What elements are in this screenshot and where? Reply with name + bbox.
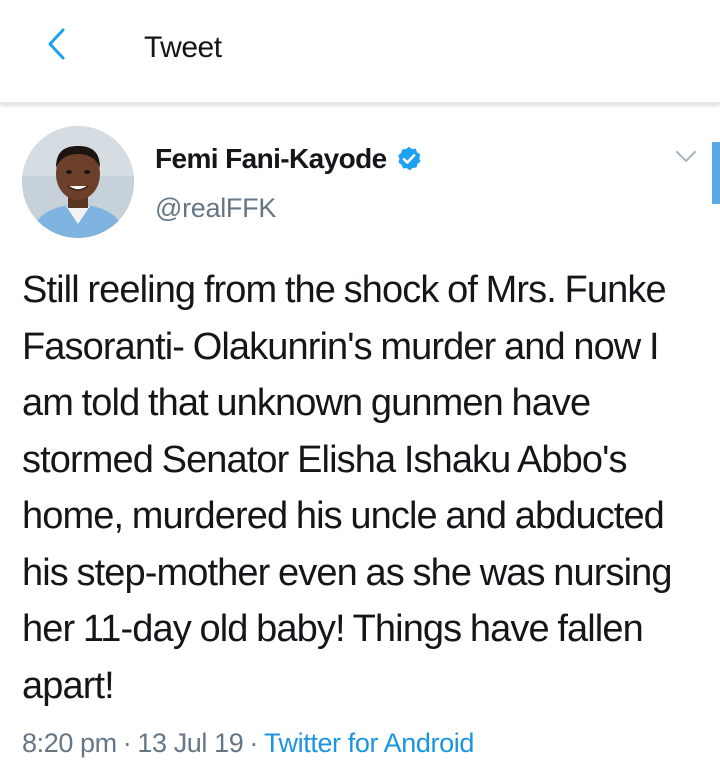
verified-badge-icon [397,146,421,171]
chevron-left-icon [48,28,65,60]
meta-separator: · [122,728,132,758]
author-name-text: Femi Fani-Kayode [155,143,387,174]
tweet-date: 13 Jul 19 [137,728,244,758]
back-button[interactable] [28,16,84,72]
meta-separator: · [249,728,258,758]
scrollbar-thumb[interactable] [712,142,720,204]
tweet-time: 8:20 pm [22,728,117,758]
author-handle[interactable]: @realFFK [155,191,276,225]
top-app-bar: Tweet [0,0,720,104]
page-title: Tweet [144,31,222,64]
author-name[interactable]: Femi Fani-Kayode [155,142,423,176]
tweet-menu-button[interactable] [670,142,702,172]
tweet-text: Still reeling from the shock of Mrs. Fun… [22,269,672,707]
avatar-image [22,126,134,238]
tweet-metadata: 8:20 pm · 13 Jul 19 · Twitter for Android [22,726,474,760]
avatar[interactable] [22,126,134,238]
tweet-source-link[interactable]: Twitter for Android [264,728,474,758]
chevron-down-icon [675,150,697,163]
